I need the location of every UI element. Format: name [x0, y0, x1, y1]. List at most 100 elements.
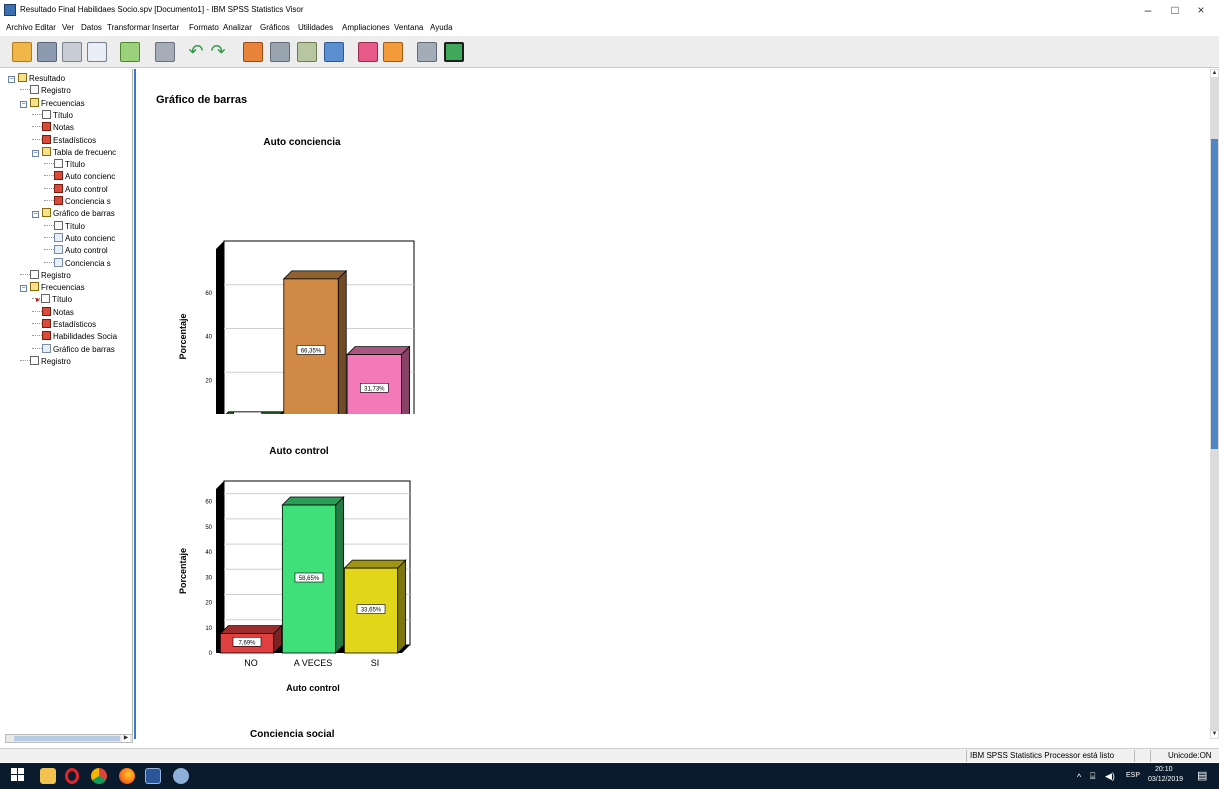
network-icon[interactable]: ⌸ — [1090, 771, 1095, 782]
outline-item-label: Gráfico de barras — [53, 209, 115, 219]
menu-analizar[interactable]: Analizar — [223, 23, 252, 32]
save-icon[interactable] — [37, 42, 57, 62]
notifications-icon[interactable]: ▤ — [1197, 769, 1207, 782]
outline-item[interactable]: Auto concienc — [44, 232, 132, 245]
menu-graficos[interactable]: Gráficos — [260, 23, 290, 32]
menu-insertar[interactable]: Insertar — [152, 23, 179, 32]
print-icon[interactable] — [62, 42, 82, 62]
outline-item[interactable]: Título — [44, 159, 132, 171]
outline-item[interactable]: ▸ Título — [32, 294, 132, 306]
close-button[interactable]: × — [1190, 3, 1212, 17]
outline-item[interactable]: Notas — [32, 122, 132, 134]
outline-item[interactable]: Auto control — [44, 245, 132, 257]
outline-item[interactable]: − Tabla de frecuenc — [32, 146, 132, 159]
insert-heading-icon[interactable] — [417, 42, 437, 62]
spss-icon[interactable] — [173, 768, 189, 784]
collapse-toggle-icon[interactable]: − — [20, 100, 27, 108]
scroll-up-arrow-icon[interactable]: ▲ — [1211, 70, 1218, 77]
bar-chart-auto-conciencia[interactable]: Auto conciencia0204060Porcentaje1,92%NO6… — [172, 129, 432, 414]
menu-ventana[interactable]: Ventana — [394, 23, 423, 32]
undo-icon[interactable]: ↶ — [186, 42, 206, 62]
outline-item-label: Frecuencias — [41, 98, 85, 108]
goto-variable-icon[interactable] — [297, 42, 317, 62]
tray-chevron-icon[interactable]: ^ — [1077, 772, 1081, 782]
menu-ampliaciones[interactable]: Ampliaciones — [342, 23, 390, 32]
outline-item[interactable]: Gráfico de barras — [32, 343, 132, 356]
outline-item[interactable]: − Frecuencias — [20, 282, 132, 294]
outline-item[interactable]: − Frecuencias — [20, 97, 132, 110]
collapse-toggle-icon[interactable]: − — [32, 149, 39, 157]
outline-item[interactable]: Conciencia s — [44, 257, 132, 270]
data-label-box — [233, 411, 262, 414]
goto-data-icon[interactable] — [243, 42, 263, 62]
clock-date[interactable]: 03/12/2019 — [1148, 776, 1183, 783]
hide-output-icon[interactable] — [383, 42, 403, 62]
chrome-icon[interactable] — [91, 768, 107, 784]
bar-chart-auto-control[interactable]: Auto control 0 10 20 30 40 50 60 Porcentaje 7,69%… — [172, 441, 432, 701]
outline-item-label: Auto concienc — [65, 233, 116, 243]
outline-item[interactable]: Notas — [32, 306, 132, 319]
menu-formato[interactable]: Formato — [189, 23, 219, 32]
scrollbar-thumb[interactable] — [1211, 139, 1218, 449]
outline-item[interactable]: Registro — [20, 355, 132, 368]
tree-connector — [44, 224, 54, 226]
outline-item-label: Estadísticos — [53, 320, 97, 329]
maximize-button[interactable]: □ — [1164, 3, 1186, 17]
volume-icon[interactable]: ◀) — [1105, 771, 1115, 782]
outline-item[interactable]: Habilidades Socia — [32, 331, 132, 343]
outline-item[interactable]: Estadísticos — [32, 134, 132, 147]
export-icon[interactable] — [120, 42, 140, 62]
file-explorer-icon[interactable] — [40, 768, 56, 784]
outline-item[interactable]: Auto concienc — [44, 171, 132, 183]
print-preview-icon[interactable] — [87, 42, 107, 62]
menu-transformar[interactable]: Transformar — [107, 23, 150, 32]
table-icon — [42, 331, 51, 341]
scroll-right-arrow-icon[interactable]: ▶ — [122, 735, 130, 742]
clock-time[interactable]: 20:10 — [1155, 766, 1173, 773]
collapse-toggle-icon[interactable]: − — [32, 211, 39, 219]
menu-ver[interactable]: Ver — [62, 23, 74, 32]
menu-editar[interactable]: Editar — [35, 23, 56, 32]
designate-window-icon[interactable] — [444, 42, 464, 62]
output-vertical-scrollbar[interactable]: ▲ ▼ — [1210, 69, 1219, 739]
language-indicator[interactable]: ESP — [1126, 772, 1140, 779]
minimize-button[interactable]: – — [1137, 3, 1159, 17]
scroll-down-arrow-icon[interactable]: ▼ — [1211, 731, 1218, 738]
collapse-toggle-icon[interactable]: − — [20, 285, 27, 293]
firefox-icon[interactable] — [119, 768, 135, 784]
goto-case-icon[interactable] — [270, 42, 290, 62]
tree-connector — [32, 347, 42, 349]
tree-connector — [32, 113, 42, 115]
word-icon[interactable] — [145, 768, 161, 784]
windows-start-icon[interactable] — [11, 768, 27, 784]
outline-item[interactable]: − Resultado — [8, 73, 132, 85]
outline-item-label: Registro — [41, 86, 71, 96]
menu-ayuda[interactable]: Ayuda — [430, 23, 453, 32]
spss-app-icon — [4, 4, 16, 16]
outline-item[interactable]: Estadísticos — [32, 319, 132, 331]
menu-datos[interactable]: Datos — [81, 23, 102, 32]
table-icon — [42, 134, 51, 144]
outline-item[interactable]: Auto control — [44, 183, 132, 196]
bar-top — [219, 625, 283, 634]
redo-icon[interactable]: ↷ — [208, 42, 228, 62]
show-output-icon[interactable] — [358, 42, 378, 62]
outline-item[interactable]: Conciencia s — [44, 196, 132, 208]
scrollbar-thumb[interactable] — [14, 736, 120, 741]
y-tick-label: 40 — [205, 550, 212, 556]
outline-horizontal-scrollbar[interactable]: ▶ — [5, 734, 133, 743]
outline-item[interactable]: Registro — [20, 269, 132, 282]
outline-item[interactable]: − Gráfico de barras — [32, 208, 132, 220]
opera-icon[interactable] — [65, 768, 79, 784]
variables-icon[interactable] — [324, 42, 344, 62]
recall-dialog-icon[interactable] — [155, 42, 175, 62]
table-icon — [42, 319, 51, 328]
menu-utilidades[interactable]: Utilidades — [298, 23, 333, 32]
collapse-toggle-icon[interactable]: − — [8, 76, 15, 83]
outline-item[interactable]: Registro — [20, 85, 132, 97]
outline-item[interactable]: Título — [32, 109, 132, 122]
outline-item-label: Estadísticos — [53, 135, 97, 145]
open-icon[interactable] — [12, 42, 32, 62]
menu-archivo[interactable]: Archivo — [6, 23, 33, 32]
outline-item[interactable]: Título — [44, 220, 132, 233]
